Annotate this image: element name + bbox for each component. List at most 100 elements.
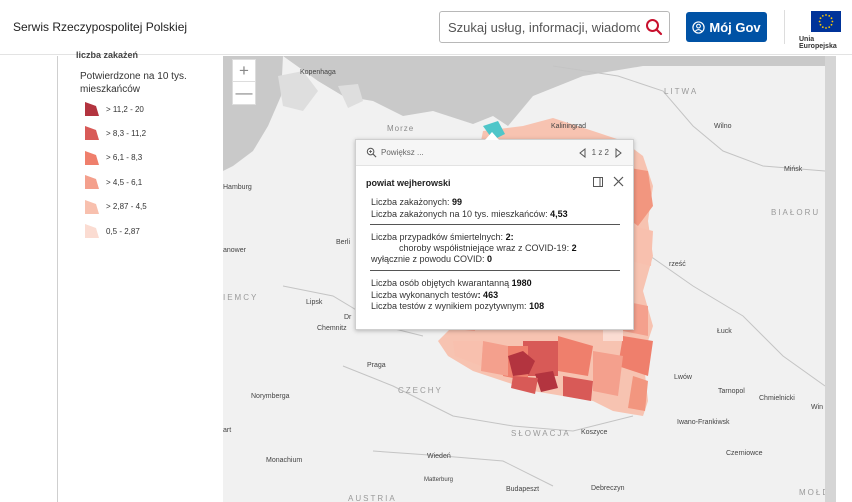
legend-swatch — [85, 224, 99, 238]
place-chmielnicki: Chmielnicki — [759, 395, 795, 402]
tests-value: : 463 — [477, 290, 499, 300]
legend-swatch — [85, 126, 99, 141]
cases-per-10k-label: Liczba zakażonych na 10 tys. mieszkańców… — [371, 209, 551, 219]
popup-separator — [370, 270, 620, 271]
zoom-in-button[interactable]: + — [233, 60, 255, 82]
place-hanower: anower — [223, 247, 246, 254]
country-niemcy: IEMCY — [223, 293, 259, 302]
next-feature-button[interactable] — [613, 146, 623, 159]
popup-toolbar: Powiększ ... 1 z 2 — [356, 140, 633, 166]
comorbidity-line: choroby współistniejące wraz z COVID-19:… — [399, 243, 577, 253]
place-iwano-frankiwsk: Iwano-Frankiwsk — [677, 419, 730, 426]
choropleth-district — [593, 351, 623, 396]
legend-item: > 6,1 - 8,3 — [84, 150, 142, 166]
place-dr: Dr — [344, 314, 352, 321]
place-kaliningrad: Kaliningrad — [551, 123, 587, 130]
triangle-right-icon — [615, 147, 622, 158]
popup-pointer — [485, 132, 499, 140]
popup-zoom-label: Powiększ ... — [381, 148, 424, 157]
choropleth-district — [481, 341, 508, 376]
place-brzesc: rześć — [669, 261, 686, 268]
positive-tests-line: Liczba testów z wynikiem pozytywnym: 108 — [371, 301, 544, 311]
country-czechy: CZECHY — [398, 386, 443, 395]
search-input[interactable] — [440, 12, 640, 42]
magnifier-icon — [366, 147, 377, 158]
legend-label: > 8,3 - 11,2 — [106, 128, 147, 138]
comorbidity-value: 2 — [571, 243, 577, 253]
place-norymberga: Norymberga — [251, 393, 290, 400]
popup-title: powiat wejherowski — [366, 178, 451, 188]
legend-item: > 11,2 - 20 — [84, 101, 144, 117]
cases-per-10k-line: Liczba zakażonych na 10 tys. mieszkańców… — [371, 209, 568, 219]
legend-swatch — [85, 175, 99, 190]
user-icon — [692, 20, 706, 34]
header-divider — [784, 10, 785, 44]
zoom-out-button[interactable]: — — [233, 82, 255, 104]
moj-gov-label: Mój Gov — [709, 19, 761, 35]
legend-title: Potwierdzone na 10 tys. mieszkańców — [80, 71, 187, 95]
place-czerniowce: Czerniowce — [726, 450, 763, 457]
feature-popup: Powiększ ... 1 z 2 powiat wejherowski Li… — [355, 132, 634, 330]
legend-swatch — [85, 199, 99, 214]
place-lwow: Lwów — [674, 374, 692, 381]
moj-gov-button[interactable]: Mój Gov — [686, 12, 767, 42]
sea-label: Morze — [387, 124, 415, 133]
place-minsk: Mińsk — [784, 166, 803, 173]
legend-item: > 8,3 - 11,2 — [84, 125, 146, 141]
search-icon[interactable] — [645, 18, 663, 36]
country-austria: AUSTRIA — [348, 494, 397, 502]
place-berlin: Berli — [336, 239, 351, 246]
quarantine-label: Liczba osób objętych kwarantanną — [371, 278, 512, 288]
place-praga: Praga — [367, 362, 386, 369]
cases-value: 99 — [452, 197, 463, 207]
covid-only-label: wyłącznie z powodu COVID: — [371, 254, 488, 264]
quarantine-value: 1980 — [511, 278, 532, 288]
positive-tests-value: 108 — [529, 301, 545, 311]
cases-line: Liczba zakażonych: 99 — [371, 197, 462, 207]
place-art: art — [223, 427, 232, 434]
country-moldova: MOŁD — [799, 488, 825, 497]
place-chemnitz: Chemnitz — [317, 325, 347, 332]
eu-flag-icon[interactable] — [811, 11, 841, 32]
legend-item: > 2,87 - 4,5 — [84, 199, 147, 215]
place-kopenhaga: Kopenhaga — [300, 69, 336, 76]
place-debreczyn: Debreczyn — [591, 485, 625, 492]
search-box[interactable] — [439, 11, 670, 43]
eu-label: Unia Europejska — [799, 36, 837, 50]
legend-swatch — [85, 102, 99, 116]
place-wieden: Wiedeń — [427, 453, 451, 460]
legend-label: > 2,87 - 4,5 — [106, 202, 147, 212]
close-icon[interactable] — [613, 176, 624, 187]
place-monachium: Monachium — [266, 457, 303, 464]
site-header: Serwis Rzeczypospolitej Polskiej Mój Gov… — [0, 0, 852, 55]
comorbidity-label: choroby współistniejące wraz z COVID-19: — [399, 243, 572, 253]
legend-label: > 6,1 - 8,3 — [106, 153, 143, 163]
legend-item: 0,5 - 2,87 — [84, 223, 140, 239]
previous-feature-button[interactable] — [578, 146, 588, 159]
country-litwa: LITWA — [664, 87, 699, 96]
legend-label: > 11,2 - 20 — [106, 104, 144, 114]
site-name-link[interactable]: Serwis Rzeczypospolitej Polskiej — [13, 20, 187, 34]
country-bialorus: BIAŁORU — [771, 208, 821, 217]
place-lipsk: Lipsk — [306, 299, 323, 306]
pager-count: 1 z 2 — [591, 148, 609, 157]
popup-separator — [370, 224, 620, 225]
map-scrollbar[interactable] — [825, 56, 836, 502]
legend-item: > 4,5 - 6,1 — [84, 174, 142, 190]
place-budapeszt: Budapeszt — [506, 486, 540, 493]
deaths-value: 2: — [505, 232, 514, 242]
triangle-left-icon — [579, 147, 586, 158]
legend-panel: liczba zakażeń Potwierdzone na 10 tys. m… — [57, 50, 223, 502]
place-wilno: Wilno — [714, 123, 732, 130]
place-luck: Łuck — [717, 328, 732, 335]
popup-zoom-to-button[interactable]: Powiększ ... — [366, 147, 424, 158]
covid-only-value: 0 — [487, 254, 493, 264]
legend-swatch — [85, 150, 99, 165]
country-slowacja: SŁOWACJA — [511, 429, 571, 438]
dock-icon[interactable] — [593, 177, 603, 187]
covid-only-line: wyłącznie z powodu COVID: 0 — [371, 254, 492, 264]
place-koszyce: Koszyce — [581, 429, 608, 436]
cases-label: Liczba zakażonych: — [371, 197, 453, 207]
cases-per-10k-value: 4,53 — [550, 209, 568, 219]
deaths-label: Liczba przypadków śmiertelnych: — [371, 232, 506, 242]
